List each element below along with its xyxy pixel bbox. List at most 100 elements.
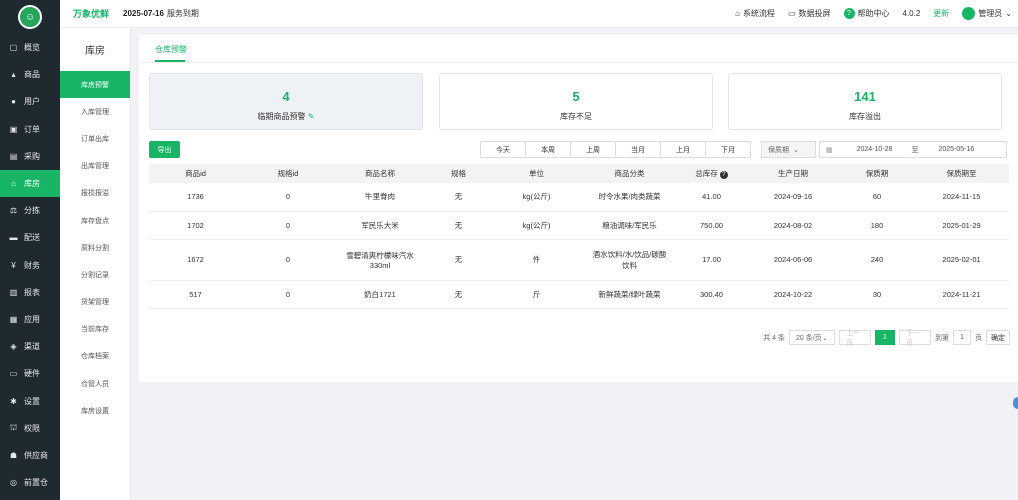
floating-handle[interactable]: [1013, 397, 1018, 409]
sidebar-item-label: 前置仓: [24, 478, 48, 488]
chevron-down-icon: ⌄: [793, 146, 799, 154]
table-cell: 2024-11-15: [914, 183, 1009, 212]
sidebar-icon: ▭: [9, 369, 18, 379]
date-type-select[interactable]: 保质期 ⌄: [761, 141, 816, 158]
sidebar-item[interactable]: ▬ 配送: [0, 224, 60, 251]
edit-icon[interactable]: ✎: [308, 112, 315, 121]
date-range-picker[interactable]: ▦ 2024-10-28 至 2025-05-16: [819, 141, 1007, 158]
date-filter-tab[interactable]: 今天: [480, 141, 526, 158]
tab-active-indicator: [155, 60, 185, 62]
subnav-item[interactable]: 出库管理: [60, 153, 130, 180]
date-start: 2024-10-28: [856, 146, 893, 153]
date-filter-tab[interactable]: 当月: [615, 141, 661, 158]
data-screen-link[interactable]: ▭ 数据投屏: [788, 8, 831, 19]
subnav-item[interactable]: 库存盘点: [60, 207, 130, 234]
table-cell: 无: [426, 239, 491, 281]
card-label: 库存溢出: [849, 112, 881, 121]
table-cell: 时令水果/肉类蔬菜: [582, 183, 677, 212]
table-cell: 件: [491, 239, 582, 281]
avatar: [962, 7, 976, 20]
logo[interactable]: ☺: [0, 0, 60, 34]
table-cell: 1736: [149, 183, 242, 212]
card-overstock[interactable]: 141 库存溢出: [728, 73, 1002, 130]
tab-warehouse-warning[interactable]: 仓库预警: [155, 44, 187, 55]
goto-page-input[interactable]: 1: [953, 330, 971, 345]
sidebar-item[interactable]: ⛫ 权限: [0, 415, 60, 442]
col-production-date: 生产日期: [746, 164, 840, 183]
date-filter-tab[interactable]: 下月: [705, 141, 751, 158]
table-cell: 1672: [149, 239, 242, 281]
date-filter-tab[interactable]: 上周: [570, 141, 616, 158]
next-page-button[interactable]: 下一页: [899, 330, 931, 347]
subnav-item[interactable]: 仓库档案: [60, 343, 130, 370]
table-cell: 517: [149, 280, 242, 309]
table-row[interactable]: 1736 0 牛里脊肉无 kg(公斤) 时令水果/肉类蔬菜 41.00 2024-09-16…: [149, 183, 1009, 212]
update-link[interactable]: 更新: [933, 8, 949, 19]
chevron-down-icon: ⌄: [822, 334, 828, 342]
table-cell: kg(公斤): [491, 211, 582, 240]
sidebar-item[interactable]: ▢ 概览: [0, 34, 60, 61]
sidebar-item[interactable]: ◈ 渠道: [0, 333, 60, 360]
subnav-item[interactable]: 库房预警: [60, 71, 130, 99]
sidebar-item-label: 商品: [24, 70, 40, 80]
sidebar-item[interactable]: ✱ 设置: [0, 387, 60, 414]
export-button[interactable]: 导出: [149, 141, 180, 158]
goto-confirm-button[interactable]: 确定: [986, 330, 1010, 345]
table-row[interactable]: 517 0 奶白1721 无斤新鲜蔬菜/绿叶蔬菜 300.40 2024-10-22 30 2…: [149, 280, 1009, 309]
sidebar-item-label: 用户: [24, 97, 40, 107]
card-low-stock[interactable]: 5 库存不足: [439, 73, 713, 130]
date-filter-tab[interactable]: 本周: [525, 141, 571, 158]
sidebar-item[interactable]: ▦ 应用: [0, 306, 60, 333]
sidebar-item[interactable]: ▤ 采购: [0, 143, 60, 170]
sidebar-item[interactable]: ● 用户: [0, 88, 60, 115]
table-cell: 41.00: [677, 183, 746, 212]
prev-page-button[interactable]: 上一页: [839, 330, 871, 347]
help-center-link[interactable]: ? 帮助中心: [843, 8, 890, 19]
subnav-item[interactable]: 原料分割: [60, 234, 130, 261]
table-row[interactable]: 1702 0 军民乐大米无 kg(公斤) 粮油调味/军民乐 750.00 2024-08-0…: [149, 211, 1009, 240]
total-stock-label: 总库存: [695, 169, 718, 178]
sidebar-icon: ⚖: [9, 206, 18, 216]
date-quick-filters: 今天 本周 上周 当月 上月 下月: [480, 141, 751, 158]
system-flow-link[interactable]: ⌂ 系统流程: [735, 8, 775, 19]
subnav-title: 库房: [85, 46, 105, 57]
sidebar-icon: ⛫: [9, 423, 18, 433]
table-cell: 2025-01-29: [914, 211, 1009, 240]
page-size-select[interactable]: 20 条/页 ⌄: [789, 330, 835, 345]
user-menu[interactable]: 管理员 ⌄: [962, 7, 1012, 20]
sidebar-item[interactable]: ⚖ 分拣: [0, 197, 60, 224]
sidebar-item[interactable]: ▴ 商品: [0, 61, 60, 88]
page-1-button[interactable]: 1: [875, 330, 895, 345]
monitor-icon: ▭: [787, 9, 796, 18]
table-row[interactable]: 1672 0 雪碧清爽柠檬味汽水330ml 无件酒水饮料/水/饮品/碳酸饮料 17.00…: [149, 239, 1009, 281]
sidebar-item[interactable]: ◎ 前置仓: [0, 469, 60, 496]
top-header: 万象优鲜 2025-07-16 服务到期 ⌂ 系统流程 ▭ 数据投屏 ? 帮助中心 4…: [60, 0, 1018, 28]
sidebar-item[interactable]: ▭ 硬件: [0, 360, 60, 387]
sidebar-item[interactable]: ¥ 财务: [0, 252, 60, 279]
subnav-item[interactable]: 仓管人员: [60, 370, 130, 397]
subnav-item[interactable]: 货架管理: [60, 289, 130, 316]
sidebar-item[interactable]: ▣ 订单: [0, 116, 60, 143]
subnav-item[interactable]: 当前库存: [60, 316, 130, 343]
sidebar-item-label: 渠道: [24, 342, 40, 352]
table-cell: 粮油调味/军民乐: [582, 211, 677, 240]
info-icon[interactable]: ?: [719, 171, 728, 179]
table-cell: 0: [242, 239, 334, 281]
subnav-item[interactable]: 库房设置: [60, 397, 130, 424]
table-cell: 300.40: [677, 280, 746, 309]
sidebar-item[interactable]: ⌂ 库房: [0, 169, 60, 198]
sidebar-item[interactable]: ☗ 供应商: [0, 442, 60, 469]
card-expiring-warning[interactable]: 4 临期商品预警 ✎: [149, 73, 423, 130]
date-filter-tab[interactable]: 上月: [660, 141, 706, 158]
sidebar-item[interactable]: ▥ 报表: [0, 279, 60, 306]
data-screen-label: 数据投屏: [798, 9, 831, 18]
system-flow-label: 系统流程: [742, 9, 775, 18]
subnav-item[interactable]: 分割记录: [60, 261, 130, 288]
col-total-stock: 总库存 ?: [677, 164, 746, 183]
table-cell: 2024-10-22: [746, 280, 840, 309]
subnav-item[interactable]: 报损报溢: [60, 180, 130, 207]
subnav-item[interactable]: 入库管理: [60, 98, 130, 125]
subnav-item[interactable]: 订单出库: [60, 125, 130, 152]
sidebar-item-label: 财务: [24, 260, 40, 270]
warning-table: 商品id 规格id 商品名称 规格 单位 商品分类 总库存 ? 生产日期 保质期…: [149, 164, 1009, 309]
